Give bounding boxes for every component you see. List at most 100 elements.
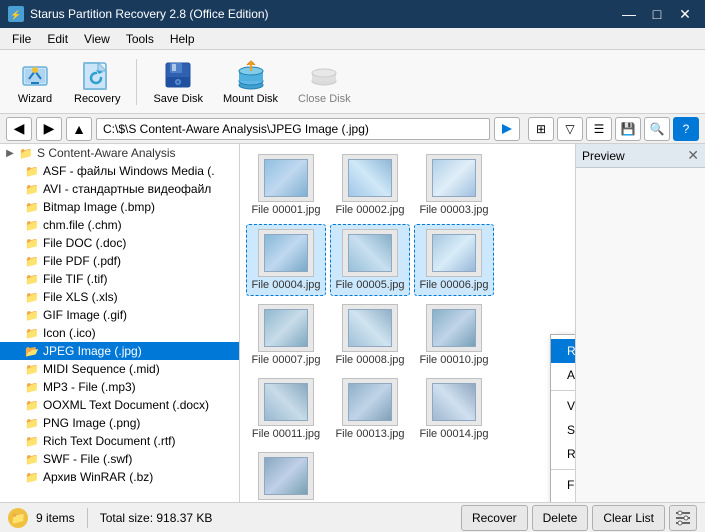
file-item-10[interactable]: File 00010.jpg — [414, 300, 494, 370]
statusbar: 📁 9 items Total size: 918.37 KB Recover … — [0, 502, 705, 532]
app-icon: ⚡ — [8, 6, 24, 22]
wizard-label: Wizard — [18, 93, 52, 105]
sidebar-item-tif[interactable]: 📁 File TIF (.tif) — [0, 270, 239, 288]
delete-button[interactable]: Delete — [532, 505, 589, 531]
ctx-sort-by[interactable]: Sort By ▶ — [551, 418, 575, 442]
sidebar-item-avi[interactable]: 📁 AVI - стандартные видеофайл — [0, 180, 239, 198]
sidebar-item-pdf[interactable]: 📁 File PDF (.pdf) — [0, 252, 239, 270]
menu-edit[interactable]: Edit — [39, 30, 76, 48]
menu-tools[interactable]: Tools — [118, 30, 162, 48]
go-button[interactable] — [494, 117, 520, 141]
ctx-refresh[interactable]: Refresh — [551, 442, 575, 466]
search-button[interactable]: 🔍 — [644, 117, 670, 141]
preview-panel: Preview ✕ — [575, 144, 705, 502]
sidebar-item-gif[interactable]: 📁 GIF Image (.gif) — [0, 306, 239, 324]
sidebar-item-swf[interactable]: 📁 SWF - File (.swf) — [0, 450, 239, 468]
sidebar-item-asf[interactable]: 📁 ASF - файлы Windows Media (. — [0, 162, 239, 180]
sidebar-item-mp3[interactable]: 📁 MP3 - File (.mp3) — [0, 378, 239, 396]
filter-button[interactable]: ▽ — [557, 117, 583, 141]
folder-icon: 📁 — [24, 236, 40, 250]
close-disk-icon — [308, 59, 340, 91]
file-area[interactable]: File 00001.jpg File 00002.jpg File 00003… — [240, 144, 575, 502]
sidebar-item-bmp[interactable]: 📁 Bitmap Image (.bmp) — [0, 198, 239, 216]
file-item-13[interactable]: File 00013.jpg — [330, 374, 410, 444]
file-item-7[interactable]: File 00007.jpg — [246, 300, 326, 370]
sidebar-label-gif: GIF Image (.gif) — [43, 308, 127, 322]
file-item-6[interactable]: File 00006.jpg — [414, 224, 494, 296]
ctx-add-for-recovery[interactable]: Add For Recovery — [551, 363, 575, 387]
file-name-4: File 00004.jpg — [251, 279, 320, 291]
close-disk-button[interactable]: Close Disk — [290, 55, 359, 109]
layout-button[interactable]: ☰ — [586, 117, 612, 141]
file-name-14: File 00014.jpg — [419, 428, 488, 440]
ctx-view[interactable]: View ▶ — [551, 394, 575, 418]
ctx-find-file[interactable]: Find File Ctrl+F — [551, 497, 575, 502]
sidebar-item-docx[interactable]: 📁 OOXML Text Document (.docx) — [0, 396, 239, 414]
up-button[interactable]: ▲ — [66, 117, 92, 141]
sidebar-item-ico[interactable]: 📁 Icon (.ico) — [0, 324, 239, 342]
maximize-button[interactable]: □ — [645, 4, 669, 24]
mount-disk-button[interactable]: Mount Disk — [215, 55, 286, 109]
file-thumb-8 — [342, 304, 398, 352]
clear-list-button[interactable]: Clear List — [592, 505, 665, 531]
sidebar-item-xls[interactable]: 📁 File XLS (.xls) — [0, 288, 239, 306]
back-button[interactable]: ◀ — [6, 117, 32, 141]
recovery-label: Recovery — [74, 93, 120, 105]
file-item-3[interactable]: File 00003.jpg — [414, 150, 494, 220]
forward-button[interactable]: ▶ — [36, 117, 62, 141]
sidebar-item-rtf[interactable]: 📁 Rich Text Document (.rtf) — [0, 432, 239, 450]
menu-view[interactable]: View — [76, 30, 118, 48]
preview-close-button[interactable]: ✕ — [687, 147, 699, 164]
file-item-2[interactable]: File 00002.jpg — [330, 150, 410, 220]
sidebar-item-doc[interactable]: 📁 File DOC (.doc) — [0, 234, 239, 252]
file-name-3: File 00003.jpg — [419, 204, 488, 216]
file-item-4[interactable]: File 00004.jpg — [246, 224, 326, 296]
folder-icon: 📁 — [24, 416, 40, 430]
sidebar-label-ico: Icon (.ico) — [43, 326, 96, 340]
toolbar: Wizard Recovery Save Disk — [0, 50, 705, 114]
file-thumb-5 — [342, 229, 398, 277]
sidebar-item-mid[interactable]: 📁 MIDI Sequence (.mid) — [0, 360, 239, 378]
folder-icon: 📁 — [24, 308, 40, 322]
menu-file[interactable]: File — [4, 30, 39, 48]
file-thumb-2 — [342, 154, 398, 202]
file-name-5: File 00005.jpg — [335, 279, 404, 291]
sidebar-item-png[interactable]: 📁 PNG Image (.png) — [0, 414, 239, 432]
sidebar-label-chm: chm.file (.chm) — [43, 218, 122, 232]
folder-icon: 📁 — [24, 218, 40, 232]
file-item-1[interactable]: File 00001.jpg — [246, 150, 326, 220]
recovery-icon — [81, 59, 113, 91]
file-name-11: File 00011.jpg — [252, 428, 320, 440]
file-item-11[interactable]: File 00011.jpg — [246, 374, 326, 444]
tree-root[interactable]: ▶ 📁 S Content-Aware Analysis — [0, 144, 239, 162]
menu-help[interactable]: Help — [162, 30, 203, 48]
file-item-8[interactable]: File 00008.jpg — [330, 300, 410, 370]
recovery-button[interactable]: Recovery — [66, 55, 128, 109]
mount-disk-label: Mount Disk — [223, 93, 278, 105]
view-toggle-button[interactable]: ⊞ — [528, 117, 554, 141]
mount-disk-icon — [235, 59, 267, 91]
wizard-button[interactable]: Wizard — [8, 55, 62, 109]
sidebar-item-bz[interactable]: 📁 Архив WinRAR (.bz) — [0, 468, 239, 486]
address-bar[interactable]: C:\$\S Content-Aware Analysis\JPEG Image… — [96, 118, 490, 140]
minimize-button[interactable]: — — [617, 4, 641, 24]
ctx-filter[interactable]: Filter — [551, 473, 575, 497]
save-disk-button[interactable]: Save Disk — [145, 55, 211, 109]
save-button[interactable]: 💾 — [615, 117, 641, 141]
help-button[interactable]: ? — [673, 117, 699, 141]
sidebar-item-chm[interactable]: 📁 chm.file (.chm) — [0, 216, 239, 234]
titlebar-title: Starus Partition Recovery 2.8 (Office Ed… — [30, 7, 269, 21]
file-item-16[interactable]: File 00016.jpg — [246, 448, 326, 502]
save-disk-label: Save Disk — [153, 93, 203, 105]
close-button[interactable]: ✕ — [673, 4, 697, 24]
file-item-14[interactable]: File 00014.jpg — [414, 374, 494, 444]
recover-button[interactable]: Recover — [461, 505, 528, 531]
toolbar-sep-1 — [136, 59, 137, 105]
sidebar-item-jpg[interactable]: 📂 JPEG Image (.jpg) — [0, 342, 239, 360]
ctx-recovery[interactable]: Recovery Ctrl+R — [551, 339, 575, 363]
ctx-view-label: View — [567, 399, 575, 413]
options-icon-button[interactable] — [669, 505, 697, 531]
file-name-1: File 00001.jpg — [251, 204, 320, 216]
folder-icon: 📁 — [24, 182, 40, 196]
file-item-5[interactable]: File 00005.jpg — [330, 224, 410, 296]
